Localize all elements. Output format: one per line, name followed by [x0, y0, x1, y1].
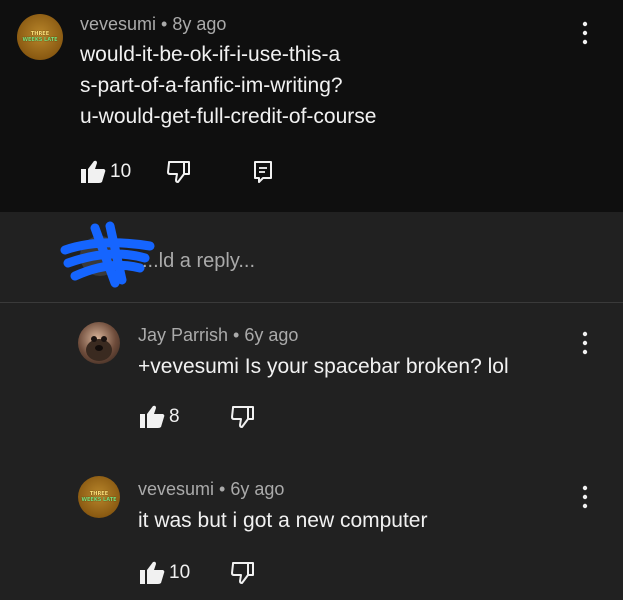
reply-button[interactable]	[253, 160, 273, 184]
timestamp[interactable]: 6y ago	[244, 325, 298, 345]
like-count: 10	[169, 562, 191, 583]
avatar-text-line2: WEEKS LATE	[81, 497, 117, 503]
timestamp[interactable]: 8y ago	[172, 14, 226, 34]
reply-header: Jay Parrish • 6y ago	[138, 325, 298, 346]
more-vert-icon	[582, 485, 588, 509]
like-button[interactable]: 10	[139, 561, 190, 585]
author-name[interactable]: vevesumi	[80, 14, 156, 34]
timestamp[interactable]: 6y ago	[230, 479, 284, 499]
add-reply-input[interactable]: ...ld a reply...	[142, 250, 255, 273]
more-vert-icon	[582, 21, 588, 45]
avatar[interactable]: THREE WEEKS LATE	[17, 14, 63, 60]
more-vert-icon	[582, 331, 588, 355]
reply-text: +vevesumi Is your spacebar broken? lol	[138, 355, 509, 378]
separator-dot: •	[161, 14, 168, 34]
thumbs-down-icon	[231, 406, 254, 428]
like-button[interactable]: 10	[80, 160, 131, 184]
thumbs-up-icon	[140, 405, 165, 428]
comment-header: vevesumi • 8y ago	[80, 14, 226, 35]
dislike-button[interactable]	[231, 405, 255, 429]
comment-text: would-it-be-ok-if-i-use-this-a s-part-of…	[80, 39, 376, 132]
thumbs-up-icon	[81, 160, 106, 183]
comment-menu-button[interactable]	[580, 21, 590, 45]
author-name[interactable]: Jay Parrish	[138, 325, 228, 345]
reply-menu-button[interactable]	[580, 331, 590, 355]
like-count: 10	[110, 161, 132, 182]
like-button[interactable]: 8	[139, 405, 180, 429]
comment-line: u-would-get-full-credit-of-course	[80, 105, 377, 128]
avatar-photo	[86, 336, 112, 361]
author-name[interactable]: vevesumi	[138, 479, 214, 499]
reply-text: it was but i got a new computer	[138, 509, 428, 532]
thumbs-up-icon	[140, 561, 165, 584]
avatar[interactable]	[78, 322, 120, 364]
separator-dot: •	[219, 479, 226, 499]
avatar-text-line2: WEEKS LATE	[22, 37, 58, 43]
avatar[interactable]: THREE WEEKS LATE	[78, 476, 120, 518]
reply-menu-button[interactable]	[580, 485, 590, 509]
comment-line: s-part-of-a-fanfic-im-writing?	[80, 74, 343, 97]
thumbs-down-icon	[167, 161, 190, 183]
thumbs-down-icon	[231, 562, 254, 584]
reply-icon	[254, 161, 272, 183]
dislike-button[interactable]	[231, 561, 255, 585]
comment-line: would-it-be-ok-if-i-use-this-a	[80, 43, 341, 66]
reply-header: vevesumi • 6y ago	[138, 479, 284, 500]
like-count: 8	[169, 406, 180, 427]
separator-dot: •	[233, 325, 240, 345]
divider	[0, 302, 623, 303]
dislike-button[interactable]	[167, 160, 191, 184]
